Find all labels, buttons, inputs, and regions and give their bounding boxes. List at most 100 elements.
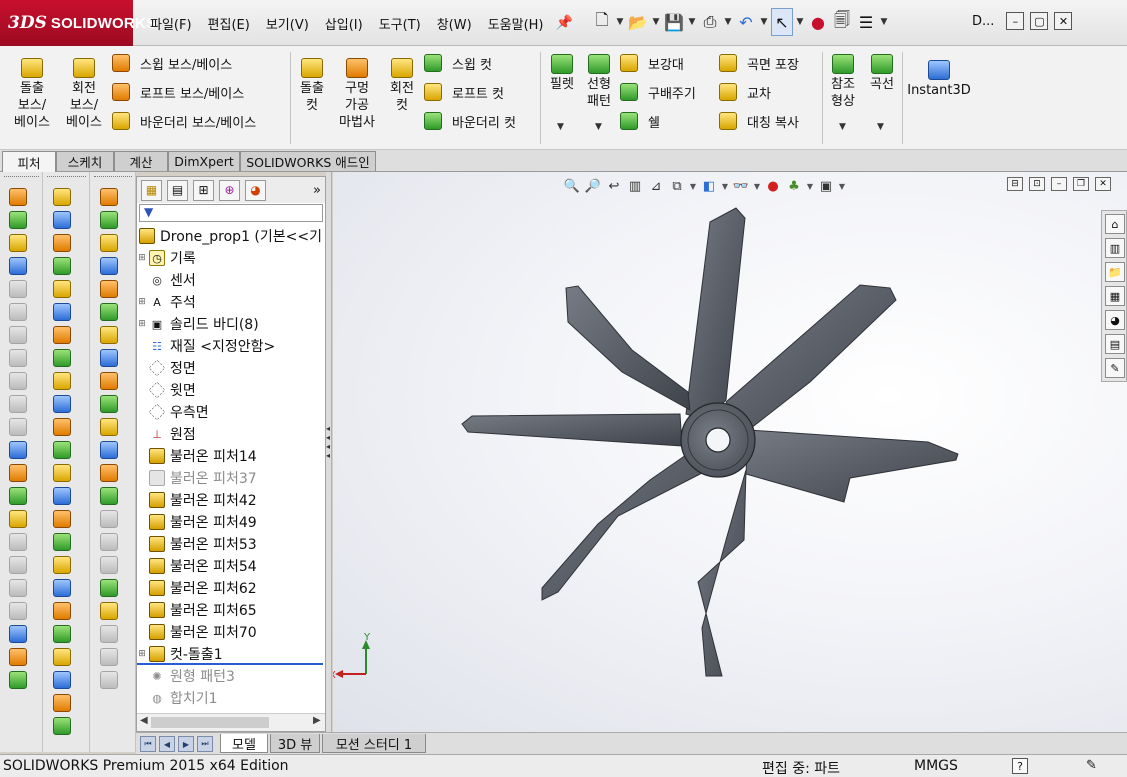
tree-item[interactable]: 윗면	[137, 379, 196, 401]
minimize-icon[interactable]: –	[1006, 12, 1025, 30]
reference-geometry-button[interactable]: 참조 형상	[826, 54, 860, 110]
toolbar-tool-icon[interactable]	[100, 303, 118, 321]
toolbar-tool-icon[interactable]	[53, 211, 71, 229]
toolbar-tool-icon[interactable]	[53, 372, 71, 390]
toolbar-tool-icon[interactable]	[9, 326, 27, 344]
loft-cut-button[interactable]: 로프트 컷	[424, 81, 504, 103]
toolbar-tool-icon[interactable]	[9, 372, 27, 390]
toolbar-tool-icon[interactable]	[100, 556, 118, 574]
rib-button[interactable]: 보강대	[620, 52, 684, 74]
property-manager-tab-icon[interactable]: ▤	[167, 179, 188, 201]
tree-item[interactable]: ⊞ 컷-돌출1	[137, 643, 223, 665]
horizontal-scrollbar[interactable]: ◀ ▶	[137, 713, 325, 731]
toolbar-tool-icon[interactable]	[9, 211, 27, 229]
expand-icon[interactable]: ⊞	[137, 649, 147, 659]
tree-item[interactable]: 불러온 피처70	[137, 621, 257, 643]
toolbar-tool-icon[interactable]	[53, 602, 71, 620]
save-dropdown-arrow[interactable]: ▼	[687, 17, 697, 27]
blade-up[interactable]	[685, 207, 746, 421]
boundary-boss-button[interactable]: 바운더리 보스/베이스	[112, 110, 256, 132]
linear-pattern-button[interactable]: 선형 패턴	[582, 54, 616, 110]
tree-item[interactable]: ⊥ 원점	[137, 423, 196, 445]
expand-icon[interactable]: ⊞	[137, 297, 147, 307]
close-icon[interactable]: ✕	[1054, 12, 1073, 30]
tree-item[interactable]: ⊞ ▣ 솔리드 바디(8)	[137, 313, 258, 335]
rebuild-traffic-light-icon[interactable]: ●	[807, 8, 829, 36]
loft-boss-button[interactable]: 로프트 보스/베이스	[112, 81, 244, 103]
options-icon[interactable]: ☰	[855, 8, 877, 36]
reference-geometry-dropdown-arrow[interactable]: ▼	[839, 122, 846, 132]
toolbar-tool-icon[interactable]	[53, 418, 71, 436]
print-icon[interactable]: ⎙	[699, 8, 721, 36]
tree-item[interactable]: ◍ 합치기1	[137, 687, 217, 709]
toolbar-tool-icon[interactable]	[53, 464, 71, 482]
tree-item[interactable]: ☷ 재질 <지정안함>	[137, 335, 275, 357]
menu-item-0[interactable]: 파일(F)	[150, 14, 192, 33]
toolbar-tool-icon[interactable]	[100, 579, 118, 597]
curves-dropdown-arrow[interactable]: ▼	[877, 122, 884, 132]
toolbar-tool-icon[interactable]	[100, 418, 118, 436]
toolbar-grip[interactable]	[94, 176, 132, 179]
tree-item[interactable]: 우측면	[137, 401, 209, 423]
toolbar-tool-icon[interactable]	[53, 326, 71, 344]
file-properties-icon[interactable]: 🗐	[831, 8, 853, 36]
fillet-button[interactable]: 필렛	[546, 54, 578, 93]
tab-solidworks-addins[interactable]: SOLIDWORKS 애드인	[240, 151, 376, 171]
toolbar-tool-icon[interactable]	[9, 648, 27, 666]
hole-wizard-button[interactable]: 구멍 가공 마법사	[334, 58, 380, 131]
open-dropdown-arrow[interactable]: ▼	[651, 17, 661, 27]
appearances-icon[interactable]: ◕	[1105, 310, 1125, 330]
help-icon[interactable]: ?	[1012, 758, 1028, 774]
blade-upper-left[interactable]	[565, 285, 691, 411]
toolbar-tool-icon[interactable]	[100, 441, 118, 459]
revolve-cut-button[interactable]: 회전 컷	[384, 58, 420, 114]
toolbar-tool-icon[interactable]	[53, 510, 71, 528]
rebuild-indicator-icon[interactable]: ✎	[1086, 758, 1097, 773]
design-library-icon[interactable]: ▥	[1105, 238, 1125, 258]
feature-tree-tab-icon[interactable]: ▦	[141, 179, 162, 201]
new-document-icon[interactable]: 🗋	[591, 8, 613, 36]
toolbar-tool-icon[interactable]	[9, 257, 27, 275]
menu-item-3[interactable]: 삽입(I)	[325, 14, 363, 33]
configuration-manager-tab-icon[interactable]: ⊞	[193, 179, 214, 201]
toolbar-tool-icon[interactable]	[100, 234, 118, 252]
toolbar-tool-icon[interactable]	[53, 257, 71, 275]
sweep-cut-button[interactable]: 스윕 컷	[424, 52, 492, 74]
toolbar-tool-icon[interactable]	[53, 648, 71, 666]
propeller-model[interactable]	[461, 207, 959, 677]
toolbar-tool-icon[interactable]	[53, 234, 71, 252]
toolbar-tool-icon[interactable]	[53, 441, 71, 459]
tree-item[interactable]: 불러온 피처53	[137, 533, 257, 555]
toolbar-tool-icon[interactable]	[9, 602, 27, 620]
tree-item[interactable]: 불러온 피처54	[137, 555, 257, 577]
extrude-boss-button[interactable]: 돌출 보스/ 베이스	[10, 58, 54, 131]
toolbar-tool-icon[interactable]	[100, 188, 118, 206]
tree-item[interactable]: 불러온 피처42	[137, 489, 257, 511]
display-manager-tab-icon[interactable]: ◕	[245, 179, 266, 201]
custom-properties-icon[interactable]: ▤	[1105, 334, 1125, 354]
restore-icon[interactable]: ▢	[1030, 12, 1049, 30]
tree-item[interactable]: 불러온 피처49	[137, 511, 257, 533]
toolbar-tool-icon[interactable]	[100, 510, 118, 528]
toolbar-tool-icon[interactable]	[100, 280, 118, 298]
save-icon[interactable]: 💾	[663, 8, 685, 36]
toolbar-grip[interactable]	[4, 176, 39, 179]
tree-item[interactable]: 정면	[137, 357, 196, 379]
sweep-boss-button[interactable]: 스윕 보스/베이스	[112, 52, 232, 74]
toolbar-tool-icon[interactable]	[100, 349, 118, 367]
tab-dimxpert[interactable]: DimXpert	[168, 151, 240, 171]
toolbar-tool-icon[interactable]	[100, 625, 118, 643]
toolbar-tool-icon[interactable]	[53, 533, 71, 551]
toolbar-tool-icon[interactable]	[100, 257, 118, 275]
view-palette-icon[interactable]: ▦	[1105, 286, 1125, 306]
graphics-area[interactable]: 🔍 🔎 ↩ ▥ ⊿ ⧉ ▼ ◧ ▼ 👓 ▼ ● ♣ ▼ ▣ ▼ ⊟ ⊡ – ❐ ✕	[333, 172, 1127, 732]
toolbar-tool-icon[interactable]	[100, 395, 118, 413]
toolbar-tool-icon[interactable]	[9, 671, 27, 689]
instant3d-button[interactable]: Instant3D	[906, 60, 972, 99]
curves-button[interactable]: 곡선	[866, 54, 898, 93]
toolbar-tool-icon[interactable]	[9, 556, 27, 574]
toolbar-tool-icon[interactable]	[53, 395, 71, 413]
revolve-boss-button[interactable]: 회전 보스/ 베이스	[62, 58, 106, 131]
toolbar-tool-icon[interactable]	[53, 487, 71, 505]
toolbar-grip[interactable]	[47, 176, 86, 179]
